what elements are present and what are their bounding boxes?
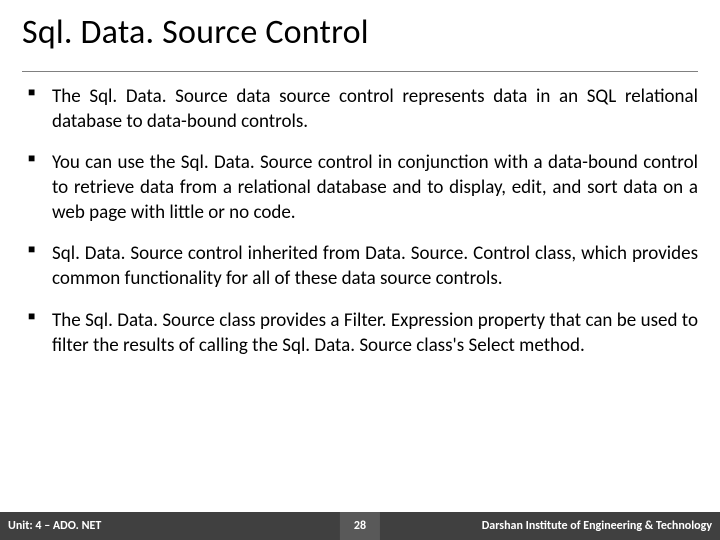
bullet-list: The Sql. Data. Source data source contro… — [22, 84, 698, 358]
list-item: The Sql. Data. Source data source contro… — [22, 84, 698, 134]
slide: Sql. Data. Source Control The Sql. Data.… — [0, 0, 720, 540]
list-item: You can use the Sql. Data. Source contro… — [22, 150, 698, 225]
title-rule — [22, 71, 698, 72]
footer-page-number: 28 — [340, 512, 380, 540]
footer-bar: Unit: 4 – ADO. NET 28 Darshan Institute … — [0, 512, 720, 540]
list-item: Sql. Data. Source control inherited from… — [22, 241, 698, 291]
list-item: The Sql. Data. Source class provides a F… — [22, 308, 698, 358]
slide-title: Sql. Data. Source Control — [22, 12, 698, 57]
footer-unit: Unit: 4 – ADO. NET — [8, 519, 101, 533]
footer-org: Darshan Institute of Engineering & Techn… — [482, 519, 712, 533]
